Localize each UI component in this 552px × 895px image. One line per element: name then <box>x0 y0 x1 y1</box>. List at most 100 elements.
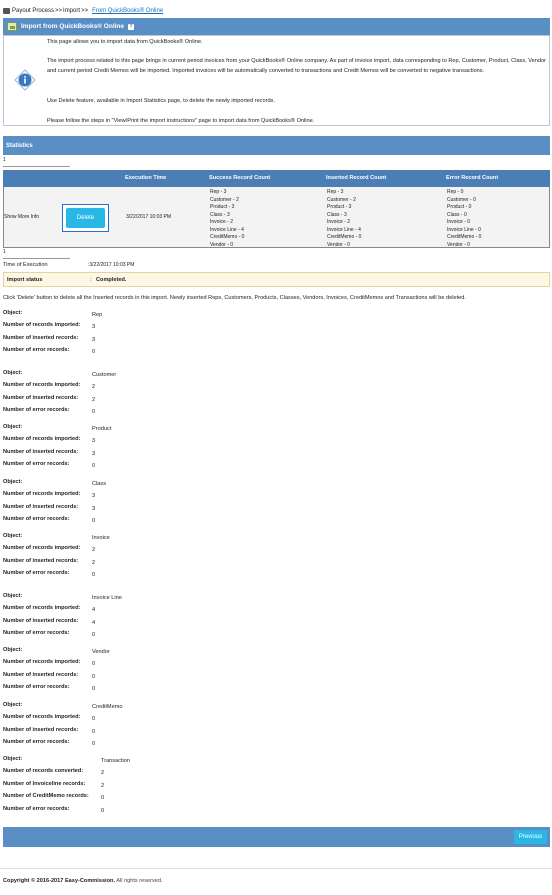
object-name-row: Object: Vendor <box>3 647 303 657</box>
object-stat-row: Number of error records: 0 <box>3 461 303 471</box>
delete-button[interactable]: Delete <box>62 204 109 232</box>
object-stat-row: Number of records imported: 4 <box>3 605 303 615</box>
breadcrumb-quickbooks-link[interactable]: From QuickBooks® Online <box>92 8 163 14</box>
error-count-item: Invoice Line - 0 <box>447 226 481 233</box>
object-stat-value: 0 <box>92 673 96 680</box>
object-stat-row: Number of error records: 0 <box>3 347 303 357</box>
object-stat-value: 4 <box>92 607 96 613</box>
info-paragraph-intro: This page allows you to import data from… <box>47 39 203 45</box>
object-stat-row: Number of inserted records: 0 <box>3 672 303 682</box>
object-stat-row: Number of records imported: 3 <box>3 491 303 501</box>
success-count-item: Product - 3 <box>210 204 235 210</box>
object-stat-label: Number of inserted records: <box>3 448 79 455</box>
show-more-info-link[interactable]: Show More Info <box>4 214 39 222</box>
object-stat-label: Number of inserted records: <box>3 617 79 624</box>
object-label: Object: <box>3 310 23 316</box>
object-stat-row: Number of inserted records: 3 <box>3 449 303 459</box>
error-count-item: Vendor - 0 <box>447 241 471 248</box>
object-stat-label: Number of inserted records: <box>3 557 79 564</box>
success-count-item: Class - 3 <box>210 211 230 218</box>
object-label: Object: <box>3 479 23 485</box>
object-stat-label: Number of error records: <box>3 516 70 522</box>
object-label: Object: <box>3 370 23 376</box>
quickbooks-icon <box>7 22 17 31</box>
delete-button-label: Delete <box>66 208 105 228</box>
object-stat-row: Number of records imported: 3 <box>3 436 303 446</box>
briefcase-icon <box>3 8 10 14</box>
object-stat-value: 0 <box>101 795 105 801</box>
copyright-rest: All rights reserved. <box>115 878 163 884</box>
object-name-row: Object: Invoice Line <box>3 593 303 603</box>
object-stat-row: Number of error records: 0 <box>3 407 303 417</box>
success-count-item: Invoice Line - 4 <box>210 226 244 233</box>
error-count-item: Rep - 0 <box>447 189 464 195</box>
inserted-count-item: Rep - 3 <box>327 189 344 195</box>
object-label: Object: <box>3 593 23 599</box>
statistics-row: Show More Info Delete 3/22/2017 10:03 PM… <box>3 187 550 248</box>
object-name: Product <box>92 426 112 432</box>
object-stat-value: 3 <box>92 438 96 444</box>
object-stat-label: Number of error records: <box>3 570 70 576</box>
object-stat-value: 3 <box>92 505 96 512</box>
object-stat-label: Number of error records: <box>3 407 70 413</box>
error-count-item: Product - 0 <box>447 204 472 210</box>
object-name: CreditMemo <box>92 704 123 710</box>
object-stat-row: Number of inserted records: 3 <box>3 335 303 345</box>
object-name-row: Object: Transaction <box>3 756 303 766</box>
object-stat-row: Number of records imported: 2 <box>3 545 303 555</box>
object-stat-row: Number of Invoiceline records: 2 <box>3 781 303 791</box>
object-name: Transaction <box>101 758 131 764</box>
breadcrumb: Payout Process >> Import >> From QuickBo… <box>3 7 163 15</box>
error-count-item: Invoice - 0 <box>447 219 471 225</box>
object-stat-label: Number of records imported: <box>3 605 81 611</box>
statistics-header: Statistics <box>3 136 550 155</box>
object-stat-label: Number of records imported: <box>3 436 81 442</box>
object-stat-row: Number of inserted records: 0 <box>3 727 303 737</box>
inserted-count-item: Class - 3 <box>327 211 347 218</box>
object-label: Object: <box>3 424 23 430</box>
object-stat-value: 2 <box>92 559 96 566</box>
object-stat-label: Number of records imported: <box>3 382 81 388</box>
column-error-count: Error Record Count <box>446 175 499 181</box>
object-name-row: Object: Customer <box>3 370 303 380</box>
object-stat-label: Number of error records: <box>3 684 70 690</box>
help-icon[interactable]: ? <box>128 23 135 30</box>
object-name: Customer <box>92 372 117 378</box>
breadcrumb-payout-process: Payout Process <box>12 8 55 14</box>
object-stat-label: Number of inserted records: <box>3 334 79 341</box>
object-stat-value: 0 <box>92 463 96 469</box>
breadcrumb-import: Import <box>63 8 81 14</box>
object-stat-value: 2 <box>92 547 96 553</box>
object-name-row: Object: Invoice <box>3 533 303 543</box>
object-stat-label: Number of error records: <box>3 461 70 467</box>
object-stat-value: 0 <box>92 632 96 638</box>
object-stat-row: Number of inserted records: 3 <box>3 504 303 514</box>
object-stat-value: 0 <box>92 572 96 578</box>
column-execution-time: Execution Time <box>125 175 167 181</box>
object-stat-row: Number of error records: 0 <box>3 570 303 580</box>
info-box: This page allows you to import data from… <box>3 35 550 126</box>
execution-time-value: :3/22/2017 10:03 PM <box>88 262 135 268</box>
object-stat-label: Number of records imported: <box>3 659 81 665</box>
error-count-item: Class - 0 <box>447 211 467 218</box>
bottom-bar: Previous <box>3 827 550 847</box>
object-label: Object: <box>3 533 23 539</box>
pager-bottom[interactable]: 1 <box>3 249 70 259</box>
import-status-label: Import status <box>7 277 43 283</box>
previous-button[interactable]: Previous <box>514 830 547 844</box>
pager-top[interactable]: 1 <box>3 157 70 167</box>
object-stat-label: Number of error records: <box>3 805 70 812</box>
breadcrumb-separator: >> <box>55 8 63 14</box>
object-stat-row: Number of error records: 0 <box>3 630 303 640</box>
error-count-item: CreditMemo - 0 <box>447 234 482 240</box>
info-paragraph-instructions: Please follow the steps in "View/Print t… <box>47 118 315 124</box>
execution-time-cell: 3/22/2017 10:03 PM <box>126 214 172 220</box>
page-title: Import from QuickBooks® Online <box>21 23 125 30</box>
import-status-box: Import status : Completed. <box>3 272 550 287</box>
object-name: Class <box>92 481 106 487</box>
object-stat-value: 0 <box>92 728 96 735</box>
object-label: Object: <box>3 756 23 762</box>
info-icon <box>14 69 36 91</box>
object-stat-row: Number of records imported: 0 <box>3 714 303 724</box>
object-stat-row: Number of error records: 0 <box>3 516 303 526</box>
